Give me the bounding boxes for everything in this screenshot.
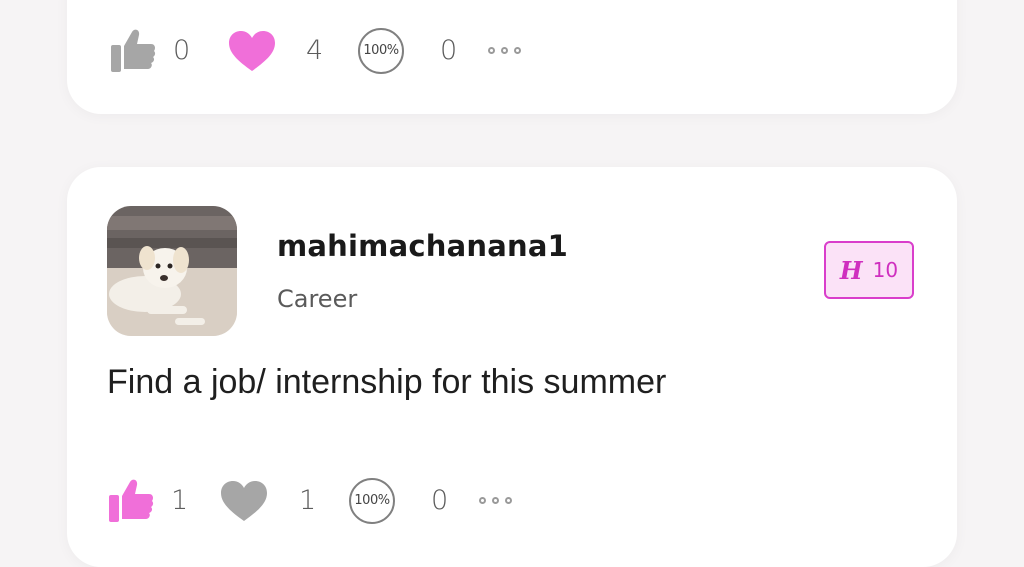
more-dots-icon[interactable] xyxy=(479,497,512,504)
post-body: Find a job/ internship for this summer xyxy=(107,363,667,401)
post-card: mahimachanana1 Career H 10 Find a job/ i… xyxy=(67,167,957,567)
reaction-bar: 1 1 100% 0 xyxy=(67,478,957,538)
points-badge[interactable]: H 10 xyxy=(824,241,914,299)
points-badge-letter: H xyxy=(839,255,863,285)
reaction-bar: 0 4 100% 0 xyxy=(67,28,957,88)
post-category: Career xyxy=(277,285,358,313)
heart-icon[interactable] xyxy=(220,480,268,522)
avatar-dog-photo xyxy=(107,206,237,336)
points-badge-value: 10 xyxy=(872,258,899,282)
percent-badge[interactable]: 100% xyxy=(358,28,404,74)
thumbs-up-icon[interactable] xyxy=(109,28,157,74)
more-dots-icon[interactable] xyxy=(488,47,521,54)
post-card: 0 4 100% 0 xyxy=(67,0,957,114)
percent-badge[interactable]: 100% xyxy=(349,478,395,524)
heart-count: 4 xyxy=(306,35,324,66)
heart-icon[interactable] xyxy=(228,30,276,72)
like-count: 0 xyxy=(173,35,191,66)
thumbs-up-icon[interactable] xyxy=(107,478,155,524)
avatar[interactable] xyxy=(107,206,237,336)
author-name[interactable]: mahimachanana1 xyxy=(277,229,568,263)
percent-count: 0 xyxy=(440,35,458,66)
